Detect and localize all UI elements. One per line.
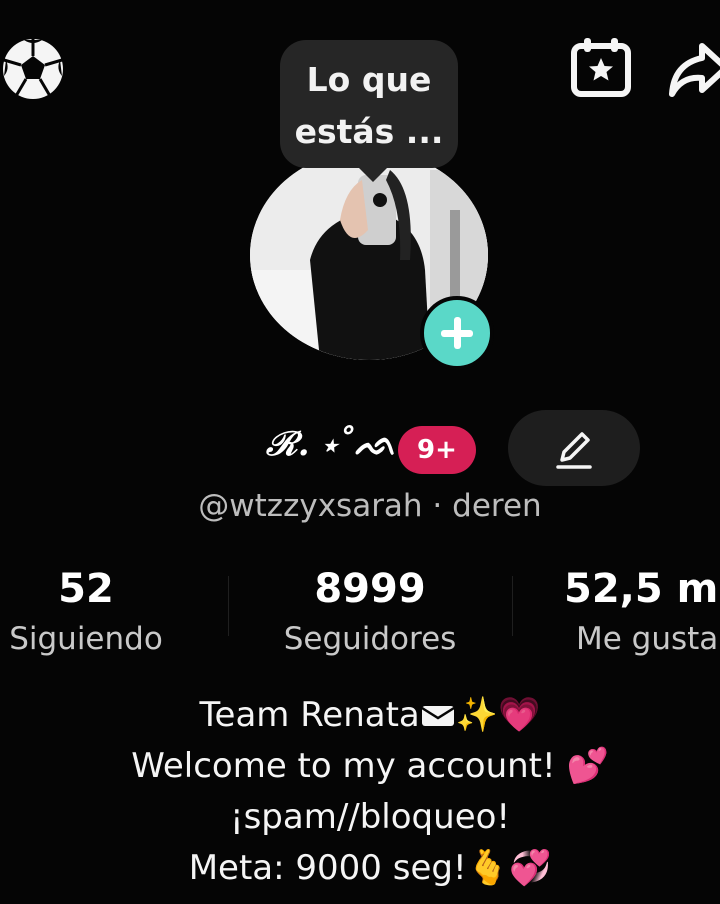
tooltip-tail [355, 164, 391, 182]
stat-likes[interactable]: 52,5 m Me gusta [560, 566, 720, 666]
bio-line-2: Welcome to my account! 💕 [0, 741, 720, 792]
soccer-ball-icon[interactable] [0, 36, 66, 106]
share-icon[interactable] [668, 42, 720, 102]
add-story-button[interactable] [420, 296, 494, 370]
bio-line-3: ¡spam//bloqueo! [0, 792, 720, 843]
revolving-hearts-icon: 💞 [508, 848, 552, 888]
bio-text-4: Meta: 9000 seg! [188, 848, 467, 888]
following-label: Siguiendo [9, 621, 163, 657]
bio-text-2: Welcome to my account! [131, 746, 556, 786]
stat-following[interactable]: 52 Siguiendo [0, 566, 172, 666]
bio-text-3: ¡spam//bloqueo! [229, 797, 511, 837]
open-letter-icon [421, 706, 455, 726]
calendar-star-icon[interactable] [570, 38, 632, 102]
bio-text-1: Team Renata [199, 695, 420, 735]
profile-bio: Team Renata ✨💗 Welcome to my account! 💕 ¡… [0, 690, 720, 894]
stat-divider [228, 576, 229, 636]
followers-count: 8999 [314, 566, 426, 612]
likes-label: Me gusta [576, 621, 719, 657]
status-tooltip[interactable]: Lo que estás ... [280, 40, 458, 168]
bio-line-4: Meta: 9000 seg!🫰💞 [0, 843, 720, 894]
tooltip-line-2: estás ... [294, 112, 444, 151]
finger-heart-icon: 🫰 [466, 848, 509, 888]
likes-count: 52,5 m [564, 566, 719, 612]
bio-line-1: Team Renata ✨💗 [0, 690, 720, 741]
pencil-icon [556, 432, 592, 469]
notification-badge[interactable]: 9+ [398, 426, 476, 474]
tooltip-line-1: Lo que [306, 60, 432, 99]
sparkles-icon: ✨ [455, 695, 499, 735]
edit-profile-button[interactable] [508, 410, 640, 486]
username-handle: @wtzzyxsarah · deren [198, 488, 542, 524]
display-name: ℛ. ⋆˚ᨒ [266, 424, 397, 464]
two-hearts-icon: 💕 [566, 746, 609, 786]
followers-label: Seguidores [283, 621, 457, 657]
stat-followers[interactable]: 8999 Seguidores [270, 566, 470, 666]
following-count: 52 [58, 566, 114, 612]
pink-heart-icon: 💗 [498, 695, 541, 735]
stat-divider [512, 576, 513, 636]
